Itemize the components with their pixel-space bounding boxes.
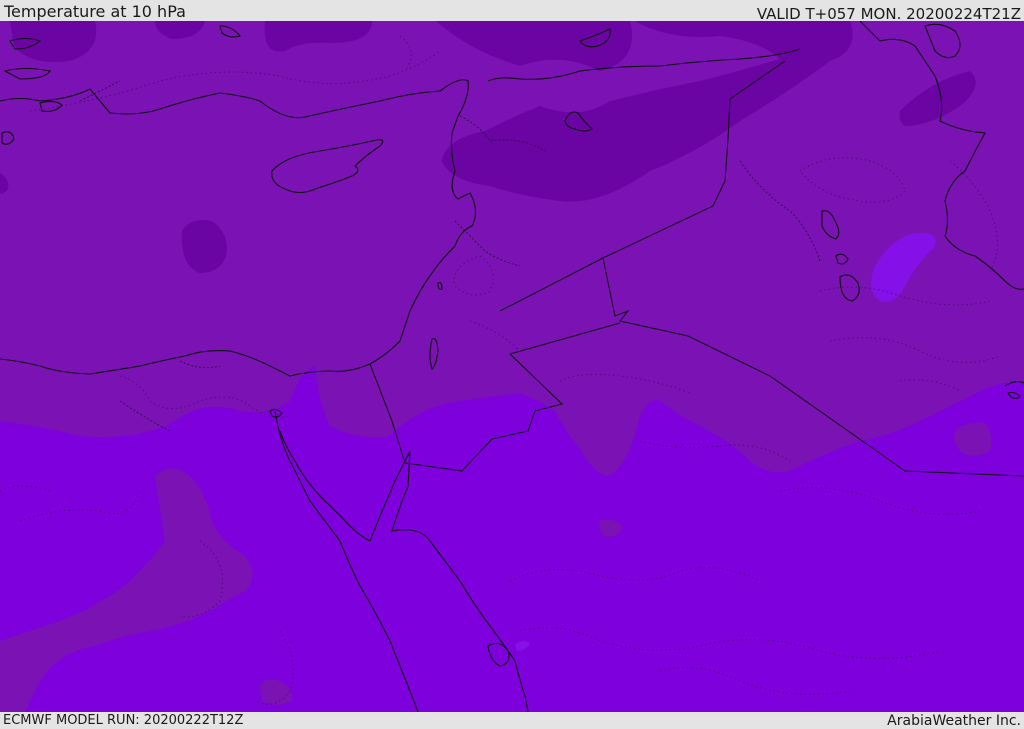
header-bar: Temperature at 10 hPa VALID T+057 MON. 2…	[0, 0, 1024, 23]
footer-bar: ECMWF MODEL RUN: 20200222T12Z ArabiaWeat…	[0, 712, 1024, 729]
credit-label: ArabiaWeather Inc.	[887, 713, 1021, 729]
map-figure: Temperature at 10 hPa VALID T+057 MON. 2…	[0, 0, 1024, 729]
model-run-label: ECMWF MODEL RUN: 20200222T12Z	[3, 713, 244, 728]
map-canvas	[0, 21, 1024, 712]
temperature-map	[0, 21, 1024, 712]
map-title: Temperature at 10 hPa	[4, 2, 186, 21]
